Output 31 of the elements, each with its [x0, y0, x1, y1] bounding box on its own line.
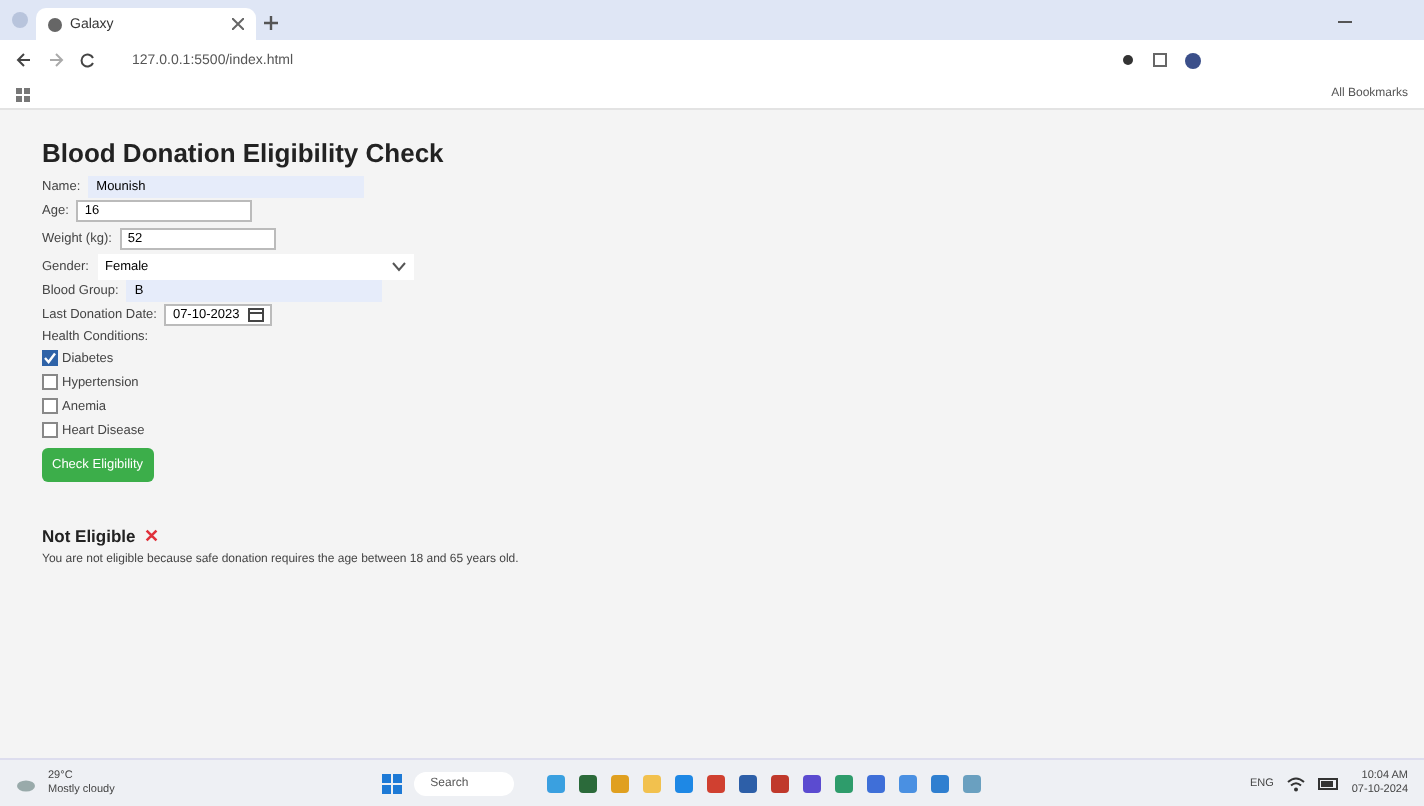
battery-icon[interactable]	[1317, 777, 1340, 789]
app-icon[interactable]	[578, 773, 599, 793]
app-icon[interactable]	[738, 773, 759, 793]
checkbox[interactable]	[42, 350, 58, 366]
checkbox[interactable]	[42, 374, 58, 390]
back-icon[interactable]	[16, 52, 32, 68]
new-tab-icon[interactable]	[264, 16, 278, 30]
app-icon[interactable]	[898, 773, 919, 793]
checkbox[interactable]	[42, 422, 58, 438]
reload-icon[interactable]	[80, 52, 96, 68]
start-icon[interactable]	[382, 773, 403, 793]
forward-icon[interactable]	[48, 52, 64, 68]
caret-icon[interactable]	[391, 261, 405, 271]
result-title: Not Eligible	[42, 526, 136, 546]
app-icon[interactable]	[962, 773, 983, 793]
close-icon[interactable]	[232, 18, 244, 30]
cross-mark: ✕	[143, 526, 160, 546]
app-icon[interactable]	[834, 773, 855, 793]
page-title: Blood Donation Eligibility Check	[42, 138, 444, 168]
app-icon[interactable]	[706, 773, 727, 793]
app-icon[interactable]	[674, 773, 695, 793]
calendar-icon[interactable]	[247, 306, 264, 322]
app-icon[interactable]	[930, 773, 951, 793]
checkbox[interactable]	[42, 398, 58, 414]
app-icon[interactable]	[866, 773, 887, 793]
app-icon[interactable]	[770, 773, 791, 793]
profile-icon[interactable]	[1184, 51, 1202, 69]
app-icon[interactable]	[802, 773, 823, 793]
app-icon[interactable]	[546, 773, 567, 793]
wifi-icon[interactable]	[1285, 775, 1306, 791]
apps-icon[interactable]	[16, 87, 30, 101]
